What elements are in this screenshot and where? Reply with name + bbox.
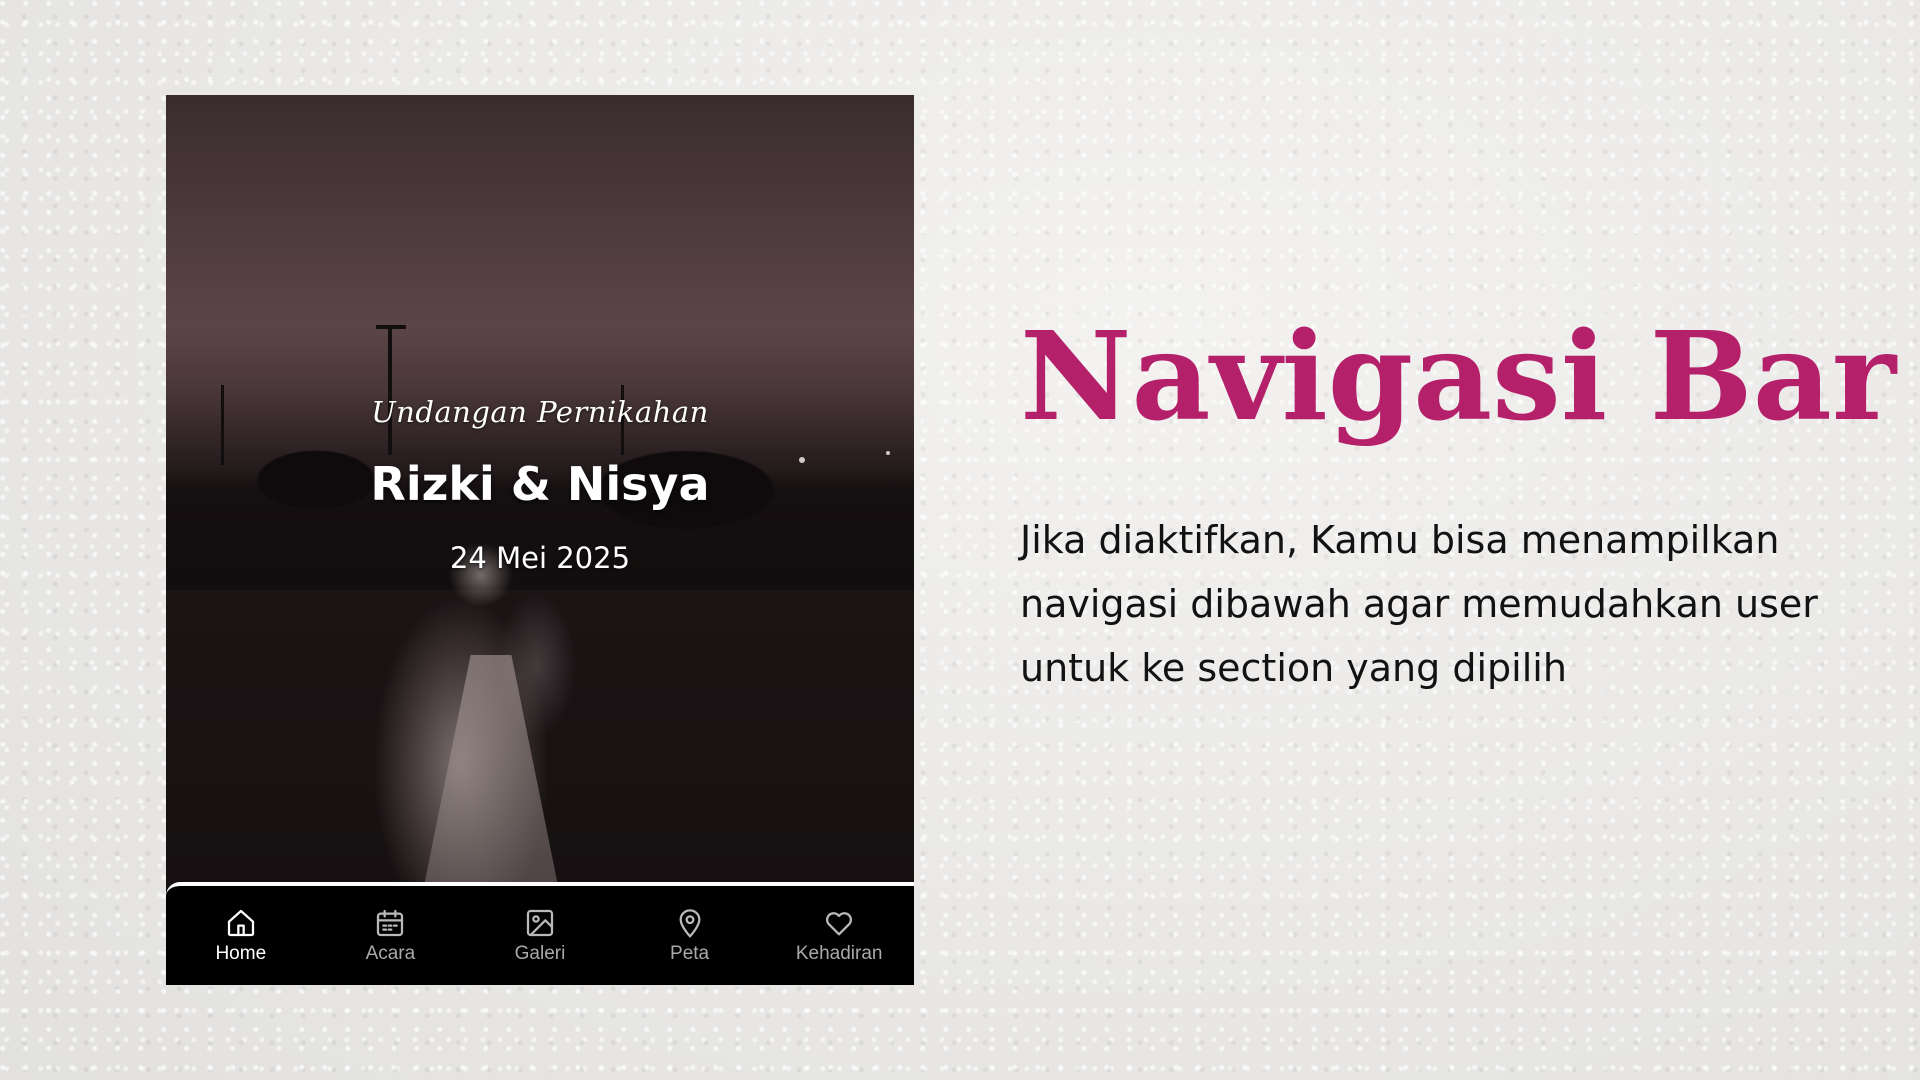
feature-description: Jika diaktifkan, Kamu bisa menampilkan n… bbox=[1020, 518, 1818, 690]
calendar-icon bbox=[377, 909, 404, 936]
invitation-script-title: Undangan Pernikahan bbox=[371, 395, 709, 429]
phone-mockup: Undangan Pernikahan Rizki & Nisya 24 Mei… bbox=[166, 95, 914, 985]
bottom-navigation-bar: Home Acara Galeri Peta Kehadiran bbox=[166, 882, 914, 985]
map-pin-icon bbox=[679, 908, 701, 937]
street-pole-arm bbox=[376, 325, 406, 329]
wedding-date: 24 Mei 2025 bbox=[449, 541, 631, 575]
nav-label-acara: Acara bbox=[365, 942, 416, 964]
nav-label-peta: Peta bbox=[670, 942, 710, 964]
nav-label-galeri: Galeri bbox=[514, 942, 566, 964]
heart-icon bbox=[826, 911, 853, 935]
feature-title: Navigasi Bar bbox=[1020, 304, 1897, 448]
nav-label-home: Home bbox=[215, 942, 267, 964]
nav-item-home[interactable]: Home bbox=[166, 907, 316, 965]
couple-names: Rizki & Nisya bbox=[370, 457, 710, 511]
invitation-hero: Undangan Pernikahan Rizki & Nisya 24 Mei… bbox=[166, 395, 914, 575]
image-icon bbox=[526, 909, 554, 936]
nav-label-kehadiran: Kehadiran bbox=[795, 942, 883, 964]
nav-item-acara[interactable]: Acara bbox=[316, 907, 466, 965]
nav-item-galeri[interactable]: Galeri bbox=[465, 907, 615, 965]
nav-item-kehadiran[interactable]: Kehadiran bbox=[764, 907, 914, 965]
nav-item-peta[interactable]: Peta bbox=[615, 907, 765, 965]
home-icon bbox=[227, 909, 254, 936]
